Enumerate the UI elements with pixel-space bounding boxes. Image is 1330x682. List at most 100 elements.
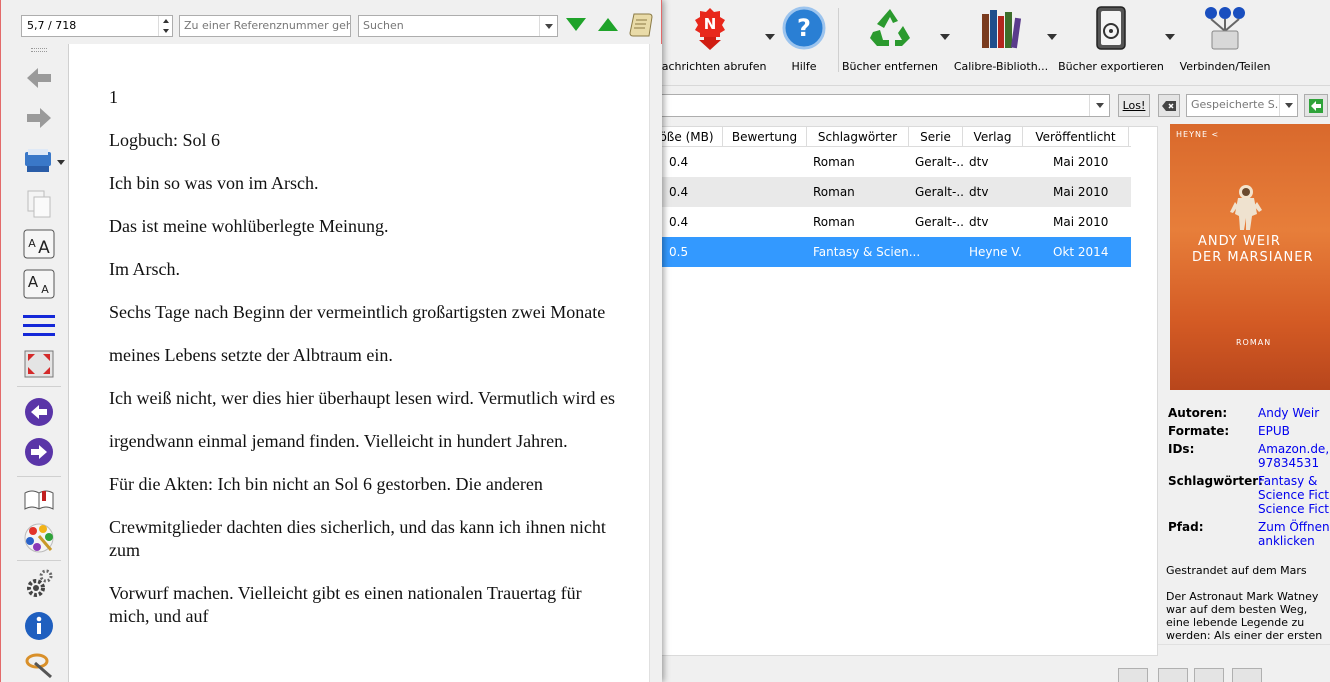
find-previous-icon[interactable]	[598, 18, 618, 31]
calibre-library-button[interactable]: Calibre-Biblioth...	[954, 4, 1048, 76]
bookmark-icon[interactable]	[23, 484, 55, 516]
save-search-button[interactable]	[1304, 94, 1328, 117]
cell-series: Geralt-...	[915, 215, 963, 229]
search-input[interactable]	[650, 94, 1110, 117]
cell-tags: Roman	[813, 185, 855, 199]
previous-page-icon[interactable]	[23, 396, 55, 428]
find-next-icon[interactable]	[566, 18, 586, 31]
desktop: N Nachrichten abrufen ? Hilfe Bücher ent…	[0, 0, 1330, 682]
position-spinbox[interactable]: 5,7 / 718	[21, 15, 173, 37]
status-button[interactable]	[1118, 668, 1148, 682]
position-value: 5,7 / 718	[27, 19, 77, 32]
cell-rating	[723, 237, 807, 267]
svg-text:A: A	[28, 237, 36, 250]
remove-books-dropdown-arrow[interactable]	[940, 34, 950, 40]
font-smaller-icon[interactable]: A A	[23, 268, 55, 300]
content-vertical-scrollbar[interactable]	[649, 44, 662, 682]
book-text: 1 Logbuch: Sol 6 Ich bin so was von im A…	[109, 86, 619, 648]
theme-icon[interactable]	[23, 522, 55, 554]
search-history-dropdown[interactable]	[1089, 95, 1109, 116]
meta-ids-value[interactable]: Amazon.de,	[1258, 442, 1329, 456]
paragraph: Ich bin so was von im Arsch.	[109, 173, 319, 193]
toolbar-grip[interactable]	[31, 48, 47, 52]
reference-mode-icon[interactable]	[23, 648, 55, 680]
info-icon[interactable]	[23, 610, 55, 642]
print-icon[interactable]	[23, 146, 67, 178]
help-button[interactable]: ? Hilfe	[778, 4, 830, 76]
search-go-button[interactable]: Los!	[1118, 94, 1150, 117]
copy-icon[interactable]	[23, 188, 55, 220]
forward-icon[interactable]	[23, 102, 55, 134]
meta-path-link[interactable]: anklicken	[1258, 534, 1315, 548]
table-row[interactable]: 0.4 Roman Geralt-... dtv Mai 2010	[651, 177, 1131, 207]
cell-published: Okt 2014	[1053, 245, 1109, 259]
paragraph: Vorwurf machen. Vielleicht gibt es einen…	[109, 583, 582, 626]
status-button[interactable]	[1158, 668, 1188, 682]
grid-view-button[interactable]	[1194, 668, 1224, 682]
cover-author-text: ANDY WEIR	[1198, 234, 1281, 249]
meta-tags-value[interactable]: Science Fictio	[1258, 502, 1330, 516]
table-row[interactable]: 0.4 Roman Geralt-... dtv Mai 2010	[651, 207, 1131, 237]
saved-search-placeholder: Gespeicherte S...	[1191, 98, 1286, 111]
back-icon[interactable]	[23, 62, 55, 94]
cell-publisher: dtv	[969, 215, 989, 229]
cell-tags: Roman	[813, 155, 855, 169]
reference-number-input[interactable]: Zu einer Referenznummer gehe...	[179, 15, 351, 37]
svg-text:A: A	[28, 273, 39, 291]
book-list-table[interactable]: öße (MB) Bewertung Schlagwörter Serie Ve…	[650, 126, 1158, 656]
table-row[interactable]: 0.4 Roman Geralt-... dtv Mai 2010	[651, 147, 1131, 177]
book-content-view[interactable]: 1 Logbuch: Sol 6 Ich bin so was von im A…	[69, 44, 649, 682]
status-button[interactable]	[1232, 668, 1262, 682]
table-row-selected[interactable]: 0.5 Fantasy & Scien... Heyne V... Okt 20…	[651, 237, 1131, 267]
connect-share-button[interactable]: Verbinden/Teilen	[1180, 4, 1270, 76]
saved-search-dropdown[interactable]	[1279, 95, 1297, 116]
saved-search-combo[interactable]: Gespeicherte S...	[1186, 94, 1298, 117]
help-label: Hilfe	[791, 60, 817, 73]
backspace-icon	[1162, 100, 1176, 111]
remove-books-button[interactable]: Bücher entfernen	[842, 4, 938, 76]
meta-tags-label: Schlagwörter:	[1168, 474, 1263, 488]
reference-placeholder: Zu einer Referenznummer gehe...	[184, 19, 351, 32]
column-header-series[interactable]: Serie	[909, 127, 963, 147]
connect-share-label: Verbinden/Teilen	[1179, 60, 1271, 73]
clear-search-button[interactable]	[1158, 94, 1180, 117]
font-larger-icon[interactable]: A A	[23, 228, 55, 260]
meta-path-link[interactable]: Zum Öffnen	[1258, 520, 1330, 534]
news-button[interactable]: N Nachrichten abrufen	[654, 4, 766, 76]
meta-formats-value[interactable]: EPUB	[1258, 424, 1290, 438]
chevron-up-icon[interactable]	[162, 19, 169, 23]
paragraph: meines Lebens setzte der Albtraum ein.	[109, 345, 393, 365]
meta-tags-value[interactable]: Science Fictio	[1258, 488, 1330, 502]
toc-icon[interactable]	[23, 310, 55, 342]
details-horizontal-scrollbar[interactable]	[1158, 644, 1330, 658]
meta-authors-value[interactable]: Andy Weir	[1258, 406, 1319, 420]
meta-ids-value[interactable]: 97834531	[1258, 456, 1319, 470]
column-header-published[interactable]: Veröffentlicht	[1023, 127, 1129, 147]
cover-genre-text: ROMAN	[1236, 338, 1272, 347]
paragraph: 1	[109, 87, 118, 107]
toolbar-separator	[838, 8, 839, 72]
news-dropdown-arrow[interactable]	[765, 34, 775, 40]
column-header-publisher[interactable]: Verlag	[963, 127, 1023, 147]
next-page-icon[interactable]	[23, 436, 55, 468]
find-input[interactable]: Suchen	[358, 15, 558, 37]
paragraph: Logbuch: Sol 6	[109, 130, 220, 150]
calibre-library-dropdown-arrow[interactable]	[1047, 34, 1057, 40]
cell-publisher: dtv	[969, 155, 989, 169]
book-cover[interactable]: HEYNE < ANDY WEIR DER MARSIANER ROMAN	[1170, 124, 1330, 390]
chevron-down-icon[interactable]	[162, 29, 169, 33]
sidebar-divider	[17, 560, 61, 561]
paragraph: Crewmitglieder dachten dies sicherlich, …	[109, 517, 606, 560]
column-header-tags[interactable]: Schlagwörter	[807, 127, 909, 147]
preferences-icon[interactable]	[23, 568, 55, 600]
cell-series	[921, 237, 963, 267]
export-books-dropdown-arrow[interactable]	[1165, 34, 1175, 40]
search-bar: Los! Gespeicherte S...	[650, 92, 1330, 120]
export-books-button[interactable]: Bücher exportieren	[1058, 4, 1164, 76]
column-header-rating[interactable]: Bewertung	[723, 127, 807, 147]
fullscreen-icon[interactable]	[23, 348, 55, 380]
find-history-dropdown[interactable]	[539, 16, 557, 36]
meta-tags-value[interactable]: Fantasy &	[1258, 474, 1317, 488]
position-stepper[interactable]	[158, 16, 172, 36]
scroll-mode-icon[interactable]	[629, 12, 653, 38]
